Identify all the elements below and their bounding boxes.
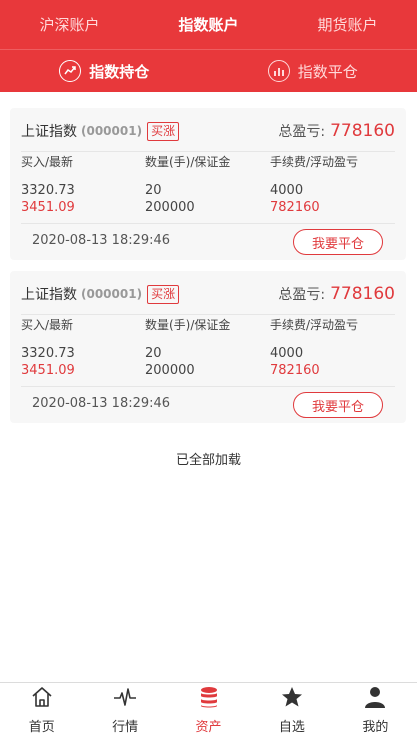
positions-list: 上证指数 (000001) 买涨 总盈亏: 778160 买入/最新 3320.… <box>0 92 417 538</box>
latest-price: 3451.09 <box>21 200 75 215</box>
divider <box>21 223 395 224</box>
col-price-header: 买入/最新 <box>21 155 74 169</box>
tab-index-closed-label: 指数平仓 <box>297 62 358 81</box>
tabbar-watchlist-label: 自选 <box>278 720 305 735</box>
account-tabs: 沪深账户 指数账户 期货账户 <box>0 0 417 49</box>
card-header: 上证指数 (000001) 买涨 总盈亏: 778160 <box>21 120 395 142</box>
tabbar-home[interactable]: 首页 <box>0 683 83 737</box>
col-fee-header: 手续费/浮动盈亏 <box>270 155 359 169</box>
total-pl-label: 总盈亏: <box>278 124 326 140</box>
col-quantity: 数量(手)/保证金 20 200000 <box>145 154 230 216</box>
col-price: 买入/最新 3320.73 3451.09 <box>21 317 75 379</box>
position-card: 上证指数 (000001) 买涨 总盈亏: 778160 买入/最新 3320.… <box>10 108 406 260</box>
margin: 200000 <box>145 363 195 378</box>
bottom-tabbar: 首页 行情 资产 自选 我的 <box>0 682 417 737</box>
tabbar-home-label: 首页 <box>28 720 55 735</box>
total-pl-value: 778160 <box>330 121 395 141</box>
tabbar-watchlist[interactable]: 自选 <box>250 683 333 737</box>
chart-up-icon <box>59 60 82 82</box>
direction-badge: 买涨 <box>147 284 180 304</box>
col-fee: 手续费/浮动盈亏 4000 782160 <box>270 154 358 216</box>
tab-index-closed[interactable]: 指数平仓 <box>209 50 417 92</box>
close-position-button[interactable]: 我要平仓 <box>293 229 383 255</box>
position-card: 上证指数 (000001) 买涨 总盈亏: 778160 买入/最新 3320.… <box>10 271 406 423</box>
col-quantity-header: 数量(手)/保证金 <box>145 318 231 332</box>
star-icon <box>280 685 304 713</box>
open-time: 2020-08-13 18:29:46 <box>32 233 171 248</box>
coins-icon <box>197 685 221 713</box>
list-end-message: 已全部加载 <box>175 453 241 468</box>
fee: 4000 <box>270 183 304 198</box>
tabbar-profile-label: 我的 <box>362 720 389 735</box>
col-fee: 手续费/浮动盈亏 4000 782160 <box>270 317 358 379</box>
total-pl: 总盈亏: 778160 <box>278 121 395 141</box>
instrument-code: (000001) <box>81 287 143 301</box>
total-pl-label: 总盈亏: <box>278 287 326 303</box>
tab-index-holdings-label: 指数持仓 <box>89 62 150 81</box>
pulse-icon <box>113 685 137 713</box>
instrument-name: 上证指数 <box>21 287 77 303</box>
quantity: 20 <box>145 346 162 361</box>
total-pl: 总盈亏: 778160 <box>278 284 395 304</box>
content-area: 上证指数 (000001) 买涨 总盈亏: 778160 买入/最新 3320.… <box>0 92 417 538</box>
bar-chart-icon <box>267 60 290 82</box>
quantity: 20 <box>145 183 162 198</box>
floating-pl: 782160 <box>270 363 320 378</box>
open-time: 2020-08-13 18:29:46 <box>32 396 171 411</box>
tab-index-account[interactable]: 指数账户 <box>139 0 278 49</box>
tab-shenhu-account[interactable]: 沪深账户 <box>0 0 139 49</box>
divider <box>21 314 395 315</box>
fee: 4000 <box>270 346 304 361</box>
col-price-header: 买入/最新 <box>21 318 74 332</box>
home-icon <box>30 685 54 713</box>
tabbar-assets[interactable]: 资产 <box>167 683 250 737</box>
col-quantity: 数量(手)/保证金 20 200000 <box>145 317 230 379</box>
col-fee-header: 手续费/浮动盈亏 <box>270 318 359 332</box>
col-quantity-header: 数量(手)/保证金 <box>145 155 231 169</box>
divider <box>21 151 395 152</box>
total-pl-value: 778160 <box>330 284 395 304</box>
tabbar-market[interactable]: 行情 <box>83 683 166 737</box>
latest-price: 3451.09 <box>21 363 75 378</box>
tabbar-market-label: 行情 <box>112 720 139 735</box>
tabbar-profile[interactable]: 我的 <box>334 683 417 737</box>
margin: 200000 <box>145 200 195 215</box>
card-header: 上证指数 (000001) 买涨 总盈亏: 778160 <box>21 283 395 305</box>
tab-futures-account[interactable]: 期货账户 <box>278 0 417 49</box>
instrument-code: (000001) <box>81 124 143 138</box>
divider <box>21 386 395 387</box>
floating-pl: 782160 <box>270 200 320 215</box>
instrument-name: 上证指数 <box>21 124 77 140</box>
close-position-button[interactable]: 我要平仓 <box>293 392 383 418</box>
direction-badge: 买涨 <box>147 121 180 141</box>
tab-index-holdings[interactable]: 指数持仓 <box>0 50 209 92</box>
col-price: 买入/最新 3320.73 3451.09 <box>21 154 75 216</box>
buy-price: 3320.73 <box>21 183 75 198</box>
buy-price: 3320.73 <box>21 346 75 361</box>
tabbar-assets-label: 资产 <box>195 720 222 735</box>
user-icon <box>363 685 387 713</box>
position-tabs: 指数持仓 指数平仓 <box>0 49 417 92</box>
